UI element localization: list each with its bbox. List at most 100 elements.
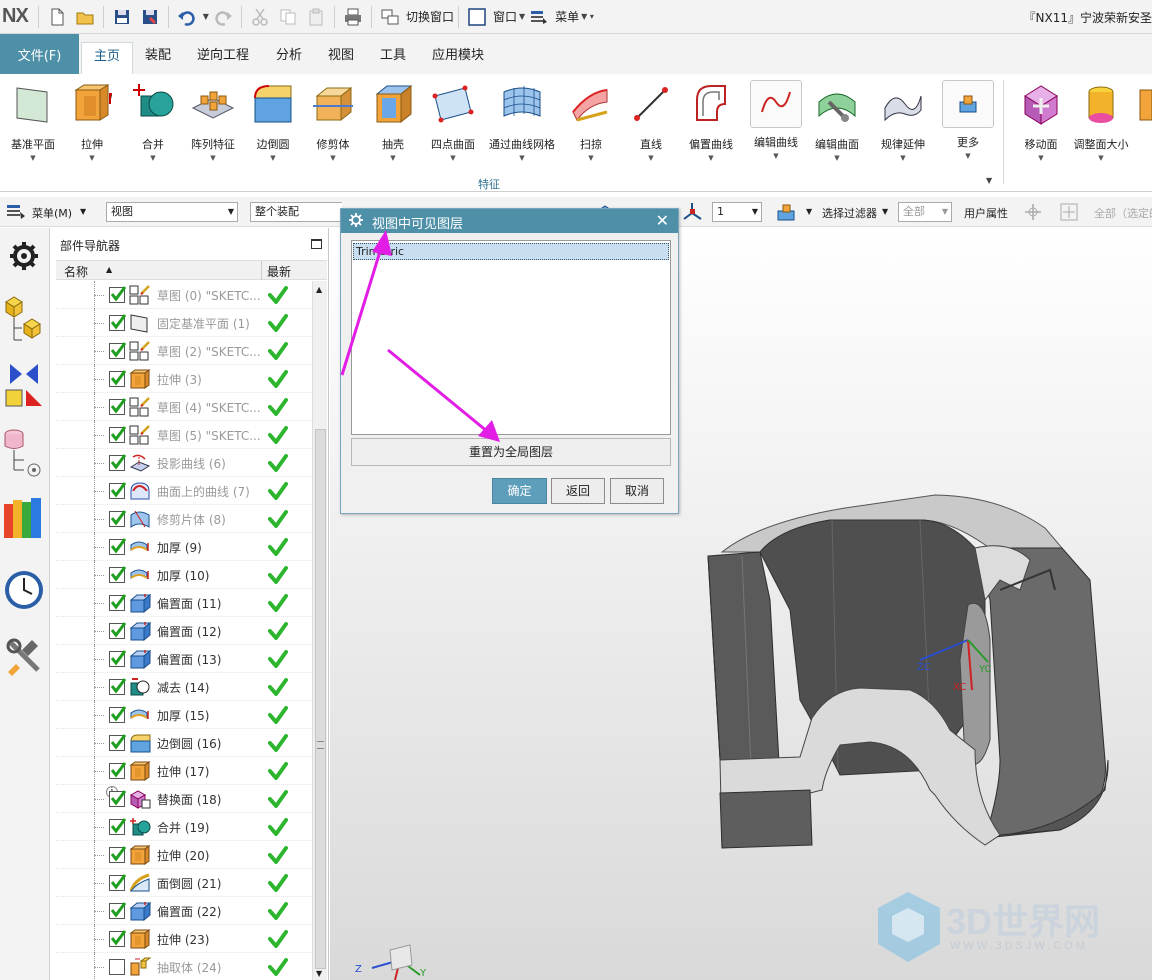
visibility-checkbox[interactable] — [109, 566, 127, 583]
ok-button[interactable]: 确定 — [492, 478, 547, 504]
feature-tree-row[interactable]: 曲面上的曲线 (7) — [56, 477, 312, 505]
visibility-checkbox[interactable] — [109, 959, 125, 975]
extrude-button[interactable]: 拉伸 ▼ — [63, 80, 121, 162]
open-folder-icon[interactable] — [72, 4, 98, 30]
point-constructor-icon[interactable] — [1058, 202, 1080, 222]
feature-tree-row[interactable]: 拉伸 (23) — [56, 925, 312, 953]
reset-to-global-layers-button[interactable]: 重置为全局图层 — [351, 438, 671, 466]
dropdown-icon[interactable]: ▼ — [304, 154, 362, 162]
visibility-checkbox[interactable] — [109, 902, 127, 919]
view-list[interactable]: Trimetric — [351, 240, 671, 435]
feature-tree-row[interactable]: 拉伸 (3) — [56, 365, 312, 393]
dropdown-icon[interactable]: ▼ — [1072, 154, 1130, 162]
dropdown-icon[interactable]: ▼ — [184, 154, 242, 162]
visibility-checkbox[interactable] — [109, 706, 127, 723]
navigator-scrollbar[interactable]: ▲ ▼ — [312, 281, 327, 980]
tab-tools[interactable]: 工具 — [368, 42, 418, 74]
dialog-title-bar[interactable]: 视图中可见图层 ✕ — [341, 209, 678, 233]
tab-analysis[interactable]: 分析 — [264, 42, 314, 74]
visibility-checkbox[interactable] — [109, 874, 127, 891]
maximize-icon[interactable] — [311, 239, 322, 249]
through-curve-mesh-button[interactable]: 通过曲线网格 ▼ — [486, 80, 558, 162]
filter-scope-select[interactable]: 全部 ▼ — [898, 202, 952, 222]
sort-ascending-icon[interactable]: ▲ — [106, 265, 112, 274]
feature-tree-row[interactable]: 固定基准平面 (1) — [56, 309, 312, 337]
type-filter-select[interactable]: 视图 ▼ — [106, 202, 238, 222]
feature-tree-row[interactable]: 草图 (2) "SKETC... — [56, 337, 312, 365]
visibility-checkbox[interactable] — [109, 762, 127, 779]
tab-view[interactable]: 视图 — [316, 42, 366, 74]
visibility-checkbox[interactable] — [109, 510, 127, 527]
work-layer-select[interactable]: 1 ▼ — [712, 202, 762, 222]
unite-button[interactable]: 合并 ▼ — [124, 80, 182, 162]
menu-dropdown-icon[interactable]: ▼ — [80, 207, 86, 216]
resize-face-button[interactable]: 调整面大小 ▼ — [1072, 80, 1130, 162]
dropdown-icon[interactable]: ▼ — [63, 154, 121, 162]
menu-dropdown-icon[interactable]: ▼ ▾ — [581, 12, 594, 21]
scrollbar-thumb[interactable] — [315, 429, 326, 969]
visibility-checkbox[interactable] — [109, 846, 127, 863]
tab-reverse-engineering[interactable]: 逆向工程 — [185, 42, 261, 74]
visibility-checkbox[interactable] — [109, 426, 127, 443]
chevron-down-icon[interactable]: ▼ — [806, 207, 812, 216]
feature-tree-row[interactable]: 草图 (0) "SKETC... — [56, 281, 312, 309]
visibility-checkbox[interactable] — [109, 398, 127, 415]
constraint-navigator-icon[interactable] — [2, 358, 46, 414]
undo-icon[interactable] — [174, 4, 200, 30]
process-tools-icon[interactable] — [2, 630, 46, 686]
visibility-checkbox[interactable] — [109, 790, 127, 807]
visibility-checkbox[interactable] — [109, 342, 127, 359]
visibility-checkbox[interactable] — [109, 454, 127, 471]
shell-button[interactable]: 抽壳 ▼ — [364, 80, 422, 162]
visibility-checkbox[interactable] — [109, 678, 127, 695]
clipped-ribbon-button[interactable] — [1132, 80, 1152, 128]
visibility-checkbox[interactable] — [109, 370, 127, 387]
cancel-button[interactable]: 取消 — [610, 478, 664, 504]
reuse-library-icon[interactable] — [2, 490, 46, 546]
feature-tree-row[interactable]: 加厚 (9) — [56, 533, 312, 561]
visibility-checkbox[interactable] — [109, 650, 127, 667]
tab-home[interactable]: 主页 — [81, 42, 134, 74]
visibility-checkbox[interactable] — [109, 538, 127, 555]
menu-icon[interactable] — [526, 4, 552, 30]
feature-tree-row[interactable]: 草图 (4) "SKETC... — [56, 393, 312, 421]
switch-window-icon[interactable] — [377, 4, 403, 30]
feature-tree-row[interactable]: 边倒圆 (16) — [56, 729, 312, 757]
offset-curve-button[interactable]: 偏置曲线 ▼ — [682, 80, 740, 162]
select-filter-label[interactable]: 选择过滤器 — [822, 205, 877, 221]
feature-tree-row[interactable]: 面倒圆 (21) — [56, 869, 312, 897]
feature-tree-row[interactable]: 修剪片体 (8) — [56, 505, 312, 533]
visibility-checkbox[interactable] — [109, 622, 127, 639]
window-dropdown-icon[interactable]: ▼ — [519, 12, 525, 21]
visibility-checkbox[interactable] — [109, 818, 127, 835]
dropdown-icon[interactable]: ▼ — [622, 154, 680, 162]
feature-tree-row[interactable]: 抽取体 (24) — [56, 953, 312, 980]
selection-scope-select[interactable]: 整个装配 — [250, 202, 342, 222]
visibility-checkbox[interactable] — [109, 930, 127, 947]
trim-body-button[interactable]: 修剪体 ▼ — [304, 80, 362, 162]
feature-tree-row[interactable]: 投影曲线 (6) — [56, 449, 312, 477]
edit-surface-button[interactable]: 编辑曲面 ▼ — [808, 80, 866, 162]
visibility-checkbox[interactable] — [109, 482, 127, 499]
column-latest-header[interactable]: 最新 — [267, 263, 291, 280]
dropdown-icon[interactable]: ▼ — [4, 154, 62, 162]
visibility-checkbox[interactable] — [109, 286, 127, 303]
tab-assembly[interactable]: 装配 — [133, 42, 183, 74]
dropdown-icon[interactable]: ▼ — [682, 154, 740, 162]
part-navigator-icon[interactable] — [2, 424, 46, 480]
feature-tree-row[interactable]: 拉伸 (17) — [56, 757, 312, 785]
tab-application[interactable]: 应用模块 — [420, 42, 496, 74]
paste-icon[interactable] — [303, 4, 329, 30]
column-name-header[interactable]: 名称 — [64, 263, 88, 280]
scroll-down-icon[interactable]: ▼ — [316, 969, 322, 978]
settings-gear-icon[interactable] — [2, 228, 46, 284]
save-as-icon[interactable] — [137, 4, 163, 30]
law-extension-button[interactable]: 规律延伸 ▼ — [874, 80, 932, 162]
column-divider[interactable] — [261, 261, 262, 280]
feature-tree-row[interactable]: 拉伸 (20) — [56, 841, 312, 869]
four-point-surface-button[interactable]: 四点曲面 ▼ — [424, 80, 482, 162]
view-triad-icon[interactable] — [680, 201, 704, 223]
feature-tree-row[interactable]: 合并 (19) — [56, 813, 312, 841]
copy-icon[interactable] — [275, 4, 301, 30]
dropdown-icon[interactable]: ▼ — [364, 154, 422, 162]
